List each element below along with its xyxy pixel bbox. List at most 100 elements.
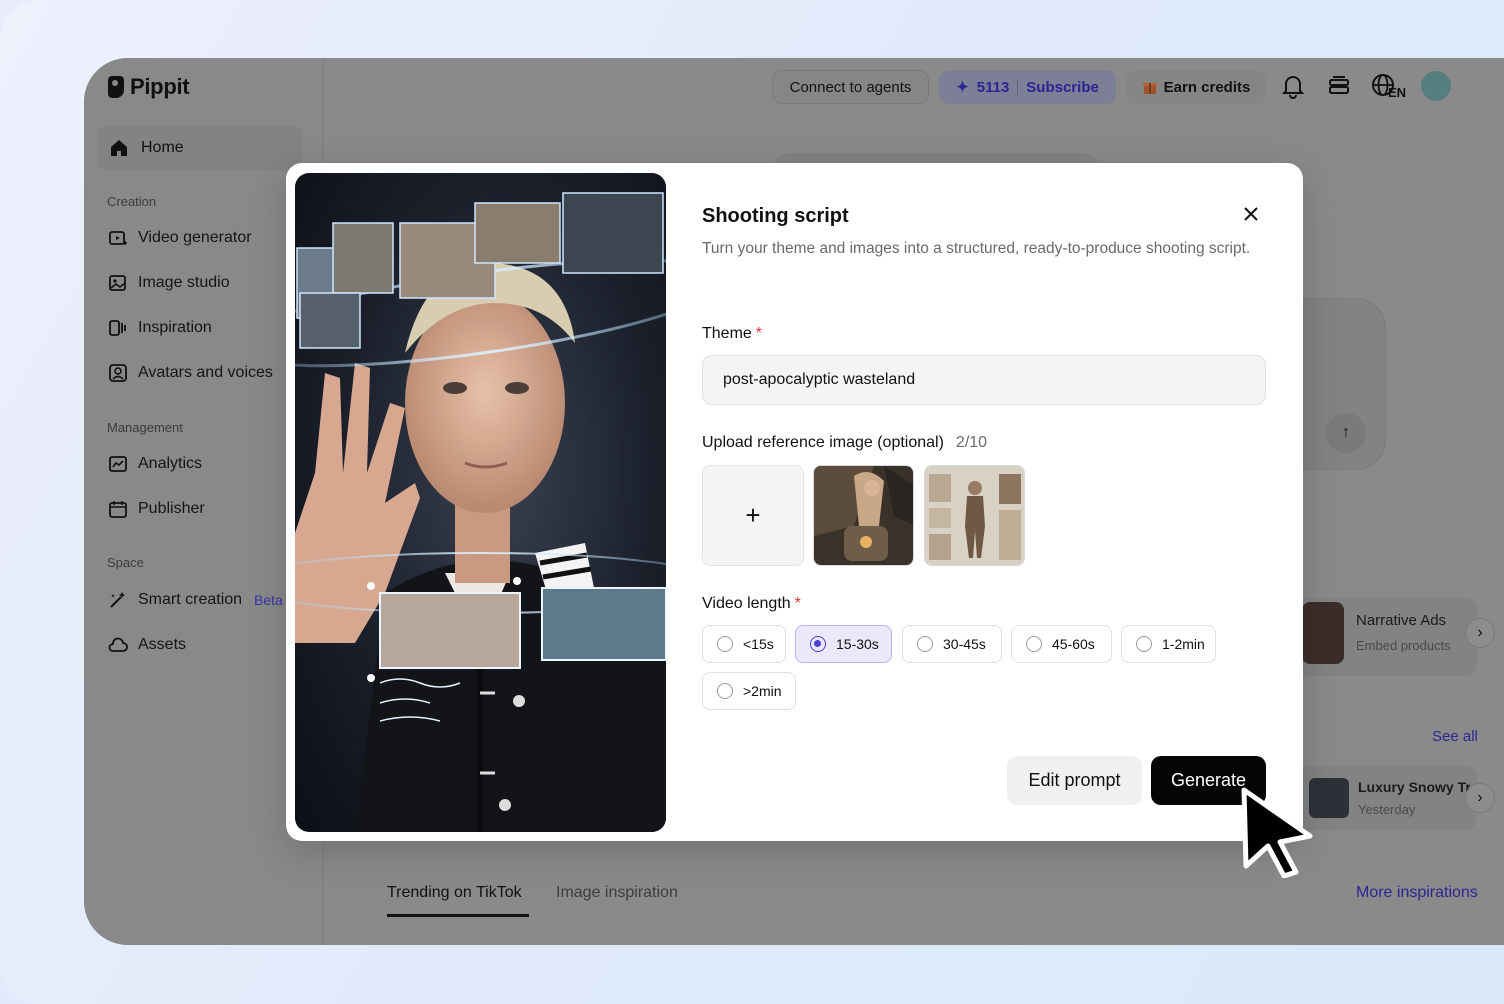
radio-icon — [717, 636, 733, 652]
required-mark: * — [794, 595, 801, 612]
theme-input[interactable] — [702, 355, 1266, 405]
tab-image-inspiration[interactable]: Image inspiration — [556, 884, 678, 902]
required-mark: * — [755, 325, 763, 342]
theme-label-text: Theme — [702, 325, 752, 342]
active-tab-indicator — [387, 914, 529, 917]
option-label: 15-30s — [836, 636, 879, 652]
inspiration-icon — [109, 320, 126, 336]
divider — [1017, 79, 1019, 95]
upload-label: Upload reference image (optional) 2/10 — [702, 434, 987, 452]
option-label: 1-2min — [1162, 636, 1205, 652]
section-label-creation: Creation — [107, 194, 157, 209]
reference-image-2[interactable] — [924, 465, 1025, 566]
radio-icon — [1026, 636, 1042, 652]
recent-project-time: Yesterday — [1358, 802, 1416, 817]
length-option-over-2min[interactable]: >2min — [702, 672, 796, 710]
add-image-button[interactable]: + — [702, 465, 804, 566]
sidebar-item-analytics[interactable]: Analytics — [108, 452, 202, 476]
language-code: EN — [1388, 85, 1407, 100]
user-avatar[interactable] — [1421, 71, 1451, 101]
narrative-ads-subtitle: Embed products — [1356, 638, 1451, 653]
video-length-label-text: Video length — [702, 595, 791, 612]
earn-label: Earn credits — [1163, 78, 1251, 96]
reference-image-art — [925, 466, 1024, 565]
radio-icon — [1136, 636, 1152, 652]
sidebar-item-label: Image studio — [138, 274, 230, 291]
gift-icon — [1142, 83, 1157, 94]
language-selector[interactable]: EN — [1370, 72, 1406, 100]
tab-trending-tiktok[interactable]: Trending on TikTok — [387, 884, 522, 902]
radio-icon — [917, 636, 933, 652]
modal-title: Shooting script — [702, 205, 849, 227]
sidebar-item-label: Analytics — [138, 455, 203, 472]
earn-credits-button[interactable]: Earn credits — [1126, 70, 1266, 104]
image-studio-icon — [109, 275, 126, 291]
sidebar-item-publisher[interactable]: Publisher — [108, 497, 205, 521]
length-option-45-60s[interactable]: 45-60s — [1011, 625, 1112, 663]
pippit-logo-icon — [108, 76, 124, 98]
length-option-15-30s[interactable]: 15-30s — [795, 625, 892, 663]
reference-image-art — [814, 466, 913, 565]
magic-wand-icon — [110, 592, 125, 608]
brand-name: Pippit — [130, 74, 190, 99]
modal-description: Turn your theme and images into a struct… — [702, 240, 1251, 257]
theme-label: Theme * — [702, 325, 762, 343]
reference-image-1[interactable] — [813, 465, 914, 566]
cloud-icon — [108, 637, 128, 652]
chevron-right-icon[interactable]: › — [1465, 783, 1495, 813]
credits-count: 5113 — [976, 78, 1010, 96]
sidebar-item-assets[interactable]: Assets — [108, 633, 186, 657]
sidebar-item-inspiration[interactable]: Inspiration — [108, 316, 212, 340]
narrative-ads-thumbnail — [1302, 602, 1344, 664]
sidebar-item-home[interactable]: Home — [97, 126, 303, 170]
close-icon[interactable] — [1240, 203, 1262, 225]
brand-logo[interactable]: Pippit — [108, 74, 190, 100]
analytics-icon — [109, 456, 127, 472]
sidebar-item-label: Inspiration — [138, 319, 212, 336]
sidebar-item-avatars[interactable]: Avatars and voices — [108, 361, 273, 385]
hero-image — [295, 173, 666, 832]
upload-label-text: Upload reference image (optional) — [702, 434, 944, 451]
mouse-cursor-icon — [1241, 787, 1313, 878]
sparkle-icon: ✦ — [956, 79, 969, 96]
length-option-under-15s[interactable]: <15s — [702, 625, 786, 663]
avatar-icon — [109, 364, 127, 382]
sidebar-item-label: Smart creation — [138, 591, 243, 608]
bell-icon[interactable] — [1279, 72, 1307, 100]
radio-icon — [717, 683, 733, 699]
narrative-ads-title: Narrative Ads — [1356, 612, 1447, 629]
sidebar-item-label: Home — [141, 139, 184, 156]
connect-agents-button[interactable]: Connect to agents — [772, 70, 929, 104]
sidebar-item-image-studio[interactable]: Image studio — [108, 271, 230, 295]
edit-prompt-button[interactable]: Edit prompt — [1007, 756, 1142, 805]
beta-badge: Beta — [254, 592, 283, 608]
sidebar-item-smart-creation[interactable]: Smart creation Beta — [108, 588, 283, 612]
chevron-right-icon[interactable]: › — [1465, 618, 1495, 648]
more-inspirations-link[interactable]: More inspirations — [1356, 884, 1478, 902]
layers-icon[interactable] — [1325, 72, 1353, 100]
video-generator-icon — [109, 231, 127, 245]
section-label-management: Management — [107, 420, 183, 435]
option-label: >2min — [743, 683, 782, 699]
upload-count: 2/10 — [955, 434, 988, 451]
see-all-link[interactable]: See all — [1432, 728, 1478, 745]
section-label-space: Space — [107, 555, 144, 570]
sidebar-item-label: Assets — [138, 636, 187, 653]
send-arrow-icon: ↑ — [1326, 413, 1366, 453]
calendar-icon — [109, 501, 127, 518]
sidebar-item-video-generator[interactable]: Video generator — [108, 226, 252, 250]
sidebar-item-label: Publisher — [138, 500, 205, 517]
option-label: 45-60s — [1052, 636, 1095, 652]
subscribe-label: Subscribe — [1026, 78, 1099, 96]
shooting-script-modal: Shooting script Turn your theme and imag… — [286, 163, 1303, 841]
option-label: 30-45s — [943, 636, 986, 652]
hero-illustration — [295, 192, 666, 832]
sidebar-item-label: Avatars and voices — [138, 364, 273, 381]
length-option-1-2min[interactable]: 1-2min — [1121, 625, 1216, 663]
sidebar-item-label: Video generator — [138, 229, 252, 246]
credits-subscribe-button[interactable]: ✦ 5113 Subscribe — [939, 70, 1116, 104]
home-icon — [111, 140, 127, 156]
length-option-30-45s[interactable]: 30-45s — [902, 625, 1002, 663]
plus-icon: + — [745, 500, 761, 530]
recent-project-title: Luxury Snowy Tr — [1358, 779, 1470, 795]
